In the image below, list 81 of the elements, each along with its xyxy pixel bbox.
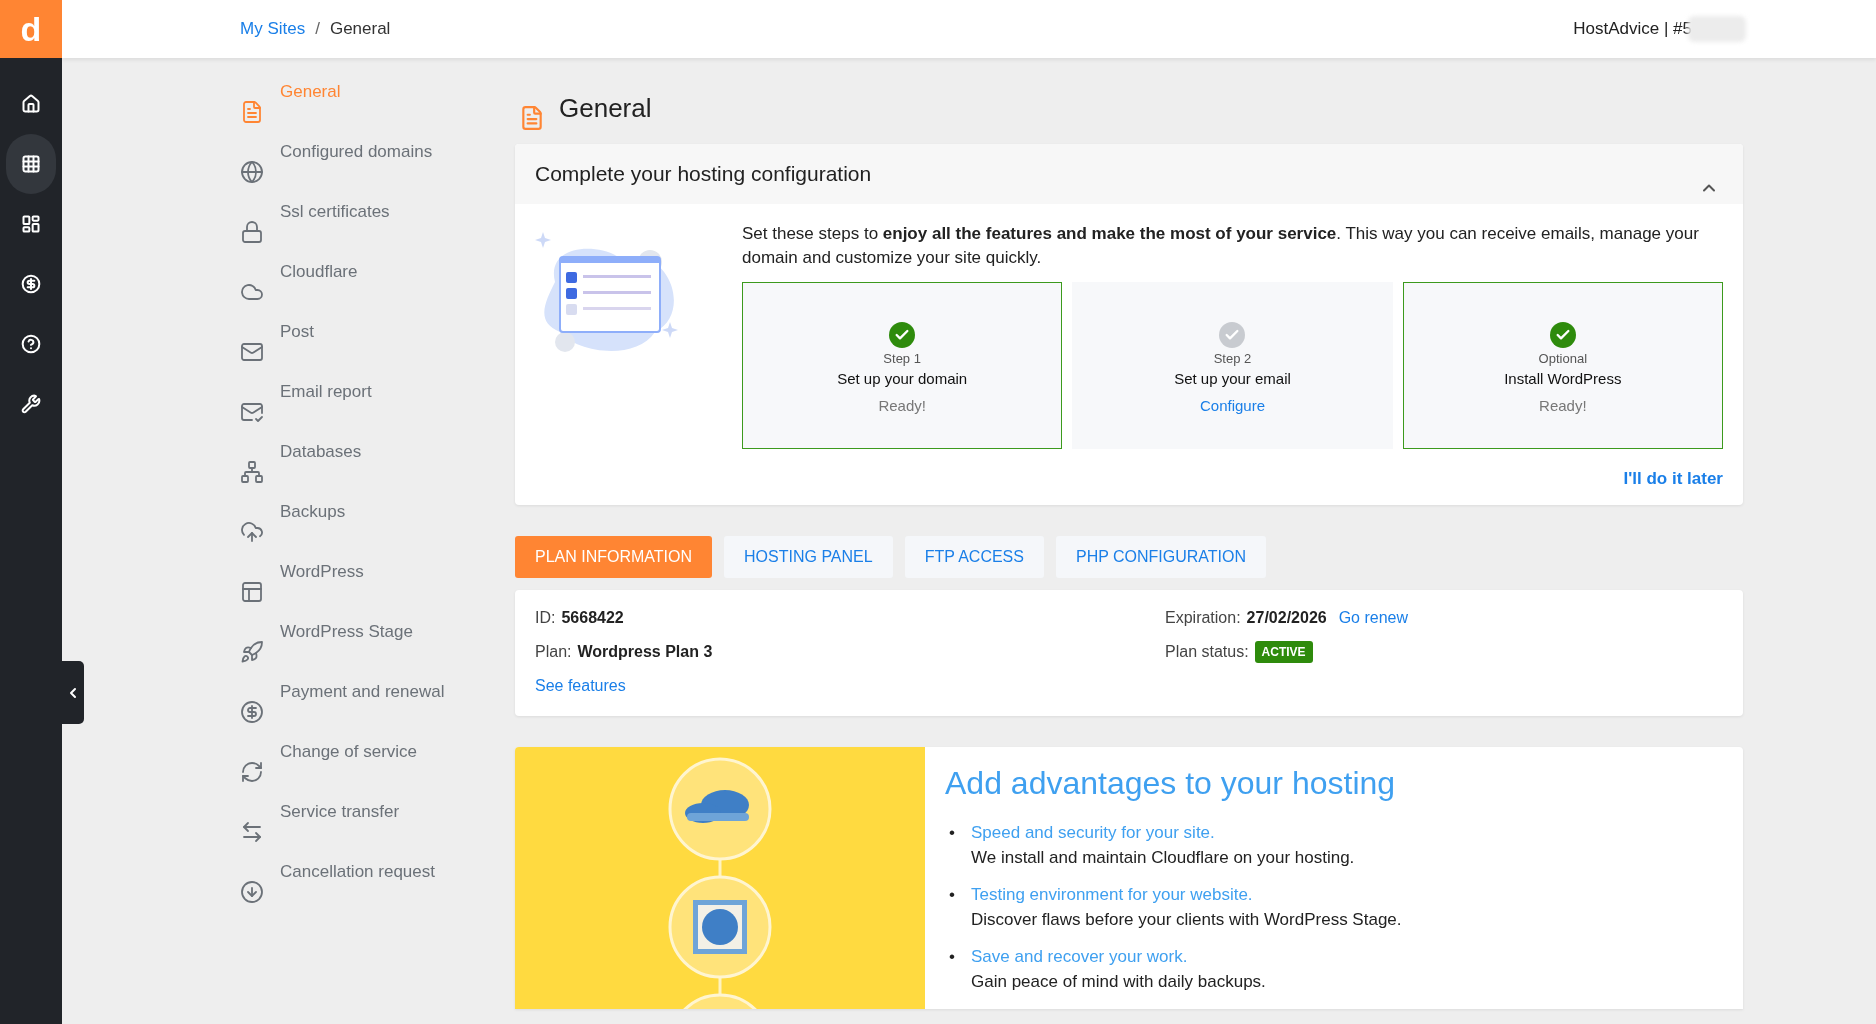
advantage-link[interactable]: Testing environment for your website.	[971, 882, 1723, 907]
step-caption: Step 1	[883, 350, 921, 366]
later-link[interactable]: I'll do it later	[1623, 469, 1723, 489]
submenu-item[interactable]: Service transfer	[240, 800, 515, 860]
collapse-button[interactable]	[62, 661, 84, 724]
page-title: General	[559, 92, 652, 124]
renew-link[interactable]: Go renew	[1338, 609, 1409, 627]
dashboard-icon	[21, 214, 41, 234]
submenu-item[interactable]: Ssl certificates	[240, 200, 515, 260]
intro-text: Set these steps to enjoy all the features and make the most of your service. This way you can receive emails, manage your domain and customize your site quickly.	[742, 223, 1700, 269]
submenu-item[interactable]: Change of service	[240, 740, 515, 800]
step-caption: Optional	[1538, 350, 1588, 366]
advantage-text: We install and maintain Cloudflare on your hosting.	[971, 847, 1356, 869]
download-icon	[240, 880, 264, 904]
configure-link[interactable]: Configure	[1199, 396, 1265, 414]
submenu-item[interactable]: Email report	[240, 380, 515, 440]
check-icon	[889, 321, 916, 348]
tab[interactable]: FTP ACCESS	[904, 536, 1044, 578]
account-label: HostAdvice | #5	[1573, 19, 1692, 39]
rocket-icon	[240, 640, 264, 664]
field-label: ID:	[535, 609, 556, 627]
bullet: •	[949, 946, 956, 968]
refresh-icon	[240, 760, 264, 784]
field-value: 27/02/2026	[1246, 609, 1327, 627]
advantage-link[interactable]: Save and recover your work.	[971, 944, 1723, 969]
hierarchy-icon	[240, 460, 264, 484]
layout-icon	[240, 580, 264, 604]
bullet: •	[949, 822, 956, 844]
mail-icon	[240, 340, 264, 364]
submenu-item[interactable]: Configured domains	[240, 140, 515, 200]
check-icon	[1549, 321, 1576, 348]
tab[interactable]: PHP CONFIGURATION	[1055, 536, 1267, 578]
submenu-item[interactable]: WordPress Stage	[240, 620, 515, 680]
globe-icon	[240, 160, 264, 184]
submenu-item[interactable]: General	[240, 80, 515, 140]
advantages-title: Add advantages to your hosting	[945, 765, 1397, 802]
tab[interactable]: PLAN INFORMATION	[515, 536, 713, 578]
dollar-icon	[240, 700, 264, 724]
document-icon	[240, 100, 264, 124]
step-status: Ready!	[1539, 396, 1587, 414]
field-label: Plan:	[535, 643, 572, 661]
submenu-item[interactable]: Backups	[240, 500, 515, 560]
step-title: Set up your email	[1174, 369, 1291, 387]
submenu-item[interactable]: WordPress	[240, 560, 515, 620]
status-badge: ACTIVE	[1254, 641, 1313, 663]
lock-icon	[240, 220, 264, 244]
step-title: Set up your domain	[837, 369, 968, 387]
field-value: 5668422	[561, 609, 624, 627]
advantage-link[interactable]: Speed and security for your site.	[971, 820, 1723, 845]
field-value: Wordpress Plan 3	[577, 643, 713, 661]
submenu-item[interactable]: Post	[240, 320, 515, 380]
logo[interactable]: d	[0, 0, 62, 58]
advantage-text: Discover flaws before your clients with WordPress Stage.	[971, 909, 1403, 931]
document-icon	[519, 105, 545, 131]
home-icon	[21, 94, 41, 114]
check-icon	[1219, 321, 1246, 348]
submenu-item[interactable]: Databases	[240, 440, 515, 500]
card-title: Complete your hosting configuration	[535, 162, 872, 186]
features-link[interactable]: See features	[535, 677, 626, 695]
mail-check-icon	[240, 400, 264, 424]
submenu-item[interactable]: Cancellation request	[240, 860, 515, 920]
grid-icon	[21, 154, 41, 174]
swap-icon	[240, 820, 264, 844]
advantage-text: Gain peace of mind with daily backups.	[971, 971, 1267, 993]
step-caption: Step 2	[1213, 350, 1252, 366]
cloud-upload-icon	[240, 520, 264, 544]
field-label: Plan status:	[1165, 643, 1249, 661]
submenu-item[interactable]: Payment and renewal	[240, 680, 515, 740]
step-title: Install WordPress	[1504, 369, 1622, 387]
tab[interactable]: HOSTING PANEL	[724, 536, 893, 578]
breadcrumb-current: General	[329, 19, 391, 39]
help-icon	[21, 334, 41, 354]
step-status: Ready!	[878, 396, 926, 414]
submenu-item[interactable]: Cloudflare	[240, 260, 515, 320]
tools-icon	[21, 394, 41, 414]
nav-button[interactable]	[6, 134, 56, 194]
breadcrumb-separator: /	[315, 19, 320, 39]
field-label: Expiration:	[1165, 609, 1241, 627]
breadcrumb-link[interactable]: My Sites	[240, 19, 306, 39]
bullet: •	[949, 884, 956, 906]
dollar-icon	[21, 274, 41, 294]
